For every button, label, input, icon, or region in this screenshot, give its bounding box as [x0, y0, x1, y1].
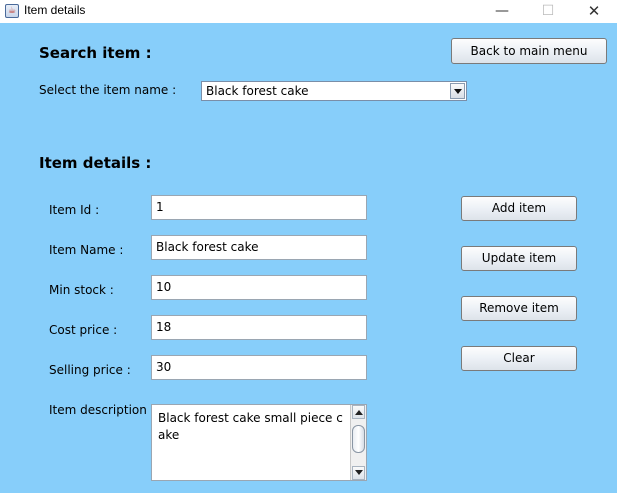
- window-title: Item details: [24, 3, 86, 17]
- chevron-down-icon[interactable]: [450, 83, 465, 99]
- main-panel: Search item : Back to main menu Select t…: [0, 23, 617, 493]
- item-name-select[interactable]: Black forest cake: [201, 81, 467, 101]
- item-details-heading: Item details :: [39, 154, 152, 172]
- item-description-label: Item description :: [49, 403, 155, 417]
- update-item-button[interactable]: Update item: [461, 246, 577, 271]
- add-item-button[interactable]: Add item: [461, 196, 577, 221]
- item-description-textarea[interactable]: Black forest cake small piece cake: [151, 404, 367, 481]
- maximize-icon[interactable]: ☐: [525, 0, 571, 23]
- item-id-field[interactable]: 1: [151, 195, 367, 220]
- description-scrollbar[interactable]: [350, 405, 366, 480]
- search-heading: Search item :: [39, 44, 152, 62]
- back-to-main-menu-button[interactable]: Back to main menu: [451, 38, 607, 64]
- remove-item-button[interactable]: Remove item: [461, 296, 577, 321]
- clear-button[interactable]: Clear: [461, 346, 577, 371]
- select-item-label: Select the item name :: [39, 83, 177, 97]
- selling-price-label: Selling price :: [49, 363, 131, 377]
- cost-price-label: Cost price :: [49, 323, 118, 337]
- item-name-select-value: Black forest cake: [206, 84, 309, 98]
- scroll-up-icon[interactable]: [352, 405, 365, 419]
- java-app-icon: ☕: [5, 4, 19, 18]
- item-name-label: Item Name :: [49, 243, 124, 257]
- minimize-icon[interactable]: —: [479, 0, 525, 23]
- item-id-label: Item Id :: [49, 203, 100, 217]
- title-bar: ☕ Item details — ☐ ✕: [0, 0, 617, 23]
- item-description-text: Black forest cake small piece cake: [158, 411, 343, 442]
- close-icon[interactable]: ✕: [571, 0, 617, 23]
- item-name-field[interactable]: Black forest cake: [151, 235, 367, 260]
- selling-price-field[interactable]: 30: [151, 355, 367, 380]
- min-stock-label: Min stock :: [49, 283, 114, 297]
- cost-price-field[interactable]: 18: [151, 315, 367, 340]
- scrollbar-thumb[interactable]: [352, 425, 365, 453]
- min-stock-field[interactable]: 10: [151, 275, 367, 300]
- scroll-down-icon[interactable]: [352, 466, 365, 480]
